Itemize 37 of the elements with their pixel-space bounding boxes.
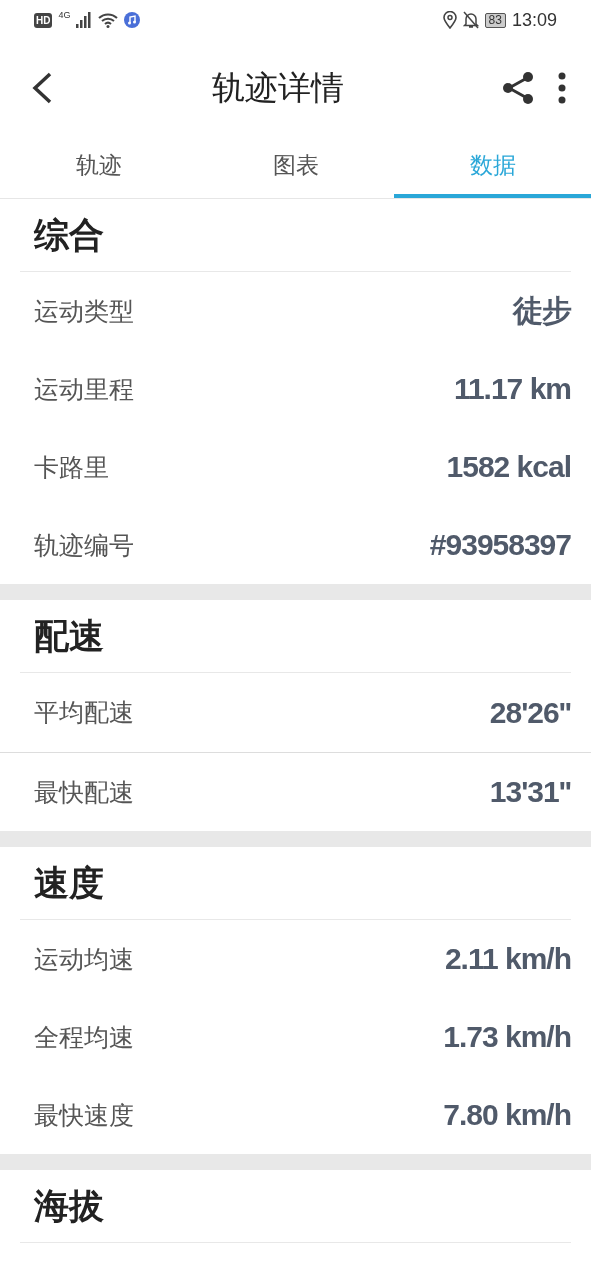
section-title: 海拔 (34, 1184, 104, 1228)
row-label: 运动里程 (34, 373, 134, 406)
row-value: #93958397 (429, 528, 571, 562)
network-type: 4G (58, 10, 71, 20)
row-label: 运动均速 (34, 943, 134, 976)
row-label: 全程均速 (34, 1021, 134, 1054)
row-value: 1582 kcal (446, 450, 571, 484)
row-label: 轨迹编号 (34, 529, 134, 562)
battery-level: 83 (484, 12, 506, 28)
tab[interactable]: 图表 (197, 136, 394, 198)
row-label: 运动类型 (34, 295, 134, 328)
row-value: 1.73 km/h (443, 1020, 571, 1054)
wifi-icon (98, 12, 119, 28)
hd-icon: HD (34, 12, 53, 28)
row-value: 11.17 km (453, 372, 571, 406)
section-title: 速度 (34, 861, 104, 905)
row-value: 7.80 km/h (443, 1098, 571, 1132)
page-title: 轨迹详情 (210, 66, 345, 109)
bell-off-icon (462, 11, 479, 29)
row-value: 13'31'' (489, 775, 571, 809)
signal-icon (76, 12, 93, 28)
location-icon (442, 11, 457, 29)
section-title: 综合 (34, 213, 104, 257)
row-label: 最快配速 (34, 776, 134, 809)
share-button[interactable] (501, 71, 535, 105)
back-button[interactable] (30, 71, 54, 105)
row-label: 最快速度 (34, 1099, 134, 1132)
section-title: 配速 (34, 614, 104, 658)
clock-time: 13:09 (511, 9, 557, 31)
more-button[interactable] (557, 71, 567, 105)
tab[interactable]: 轨迹 (0, 136, 197, 198)
music-icon (124, 12, 141, 28)
row-label: 平均配速 (34, 697, 134, 729)
row-value: 徒步 (513, 292, 571, 329)
row-label: 卡路里 (34, 451, 109, 484)
row-value: 28'26'' (489, 695, 571, 730)
row-value: 2.11 km/h (444, 942, 571, 976)
